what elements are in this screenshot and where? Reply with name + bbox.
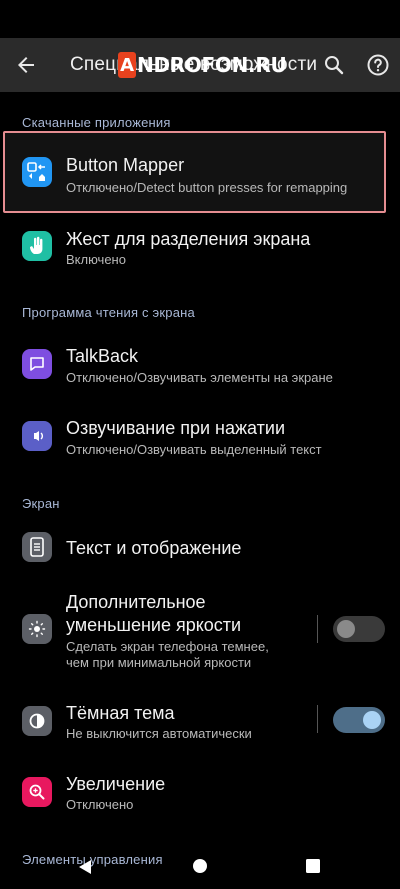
brightness-icon <box>22 614 52 644</box>
list-item-extra-dim[interactable]: Дополнительное уменьшение яркости Сделат… <box>0 590 400 670</box>
list-item-split-gesture[interactable]: Жест для разделения экрана Включено <box>0 218 400 280</box>
divider <box>317 705 318 733</box>
speaker-touch-icon <box>22 421 52 451</box>
section-header-screen-reader: Программа чтения с экрана <box>22 305 195 320</box>
talkback-icon <box>22 349 52 379</box>
list-item-magnification[interactable]: Увеличение Отключено <box>0 774 400 814</box>
magnify-icon <box>22 777 52 807</box>
search-icon[interactable] <box>322 53 346 77</box>
extra-dim-title-line1: Дополнительное <box>66 592 206 612</box>
button-mapper-subtitle: Отключено/Detect button presses for rema… <box>66 180 348 195</box>
help-icon[interactable] <box>366 53 390 77</box>
talkback-subtitle: Отключено/Озвучивать элементы на экране <box>66 370 333 385</box>
extra-dim-subtitle-line1: Сделать экран телефона темнее, <box>66 639 269 654</box>
magnification-title: Увеличение <box>66 774 166 794</box>
section-header-display: Экран <box>22 496 60 511</box>
text-display-title: Текст и отображение <box>66 538 242 558</box>
nav-back-icon[interactable] <box>76 858 94 876</box>
select-to-speak-subtitle: Отключено/Озвучивать выделенный текст <box>66 442 322 457</box>
button-mapper-icon <box>22 157 52 187</box>
list-item-select-to-speak[interactable]: Озвучивание при нажатии Отключено/Озвучи… <box>0 408 400 470</box>
section-header-downloaded: Скачанные приложения <box>22 115 171 130</box>
extra-dim-toggle[interactable] <box>333 616 385 642</box>
talkback-title: TalkBack <box>66 346 139 366</box>
nav-home-icon[interactable] <box>192 858 208 874</box>
button-mapper-title: Button Mapper <box>66 155 185 175</box>
toggle-knob <box>363 711 381 729</box>
extra-dim-subtitle-line2: чем при минимальной яркости <box>66 655 252 670</box>
dark-theme-title: Тёмная тема <box>66 703 175 723</box>
select-to-speak-title: Озвучивание при нажатии <box>66 418 286 438</box>
dark-theme-subtitle: Не выключится автоматически <box>66 726 252 741</box>
toggle-knob <box>337 620 355 638</box>
text-display-icon <box>22 532 52 562</box>
navigation-bar <box>0 846 400 889</box>
split-gesture-subtitle: Включено <box>66 252 126 267</box>
dark-theme-toggle[interactable] <box>333 707 385 733</box>
list-item-talkback[interactable]: TalkBack Отключено/Озвучивать элементы н… <box>0 336 400 398</box>
split-gesture-title: Жест для разделения экрана <box>66 229 311 249</box>
watermark-logo: A NDROFON.RU <box>118 49 287 81</box>
list-item-dark-theme[interactable]: Тёмная тема Не выключится автоматически <box>0 702 400 742</box>
divider <box>317 615 318 643</box>
list-item-text-display[interactable]: Текст и отображение <box>0 528 400 568</box>
list-item-button-mapper[interactable]: Button Mapper Отключено/Detect button pr… <box>0 142 400 204</box>
nav-recents-icon[interactable] <box>306 859 320 873</box>
status-bar <box>0 0 400 38</box>
extra-dim-title-line2: уменьшение яркости <box>66 615 242 635</box>
back-arrow-icon[interactable] <box>14 53 38 77</box>
magnification-subtitle: Отключено <box>66 797 134 812</box>
hand-gesture-icon <box>22 231 52 261</box>
dark-theme-icon <box>22 706 52 736</box>
